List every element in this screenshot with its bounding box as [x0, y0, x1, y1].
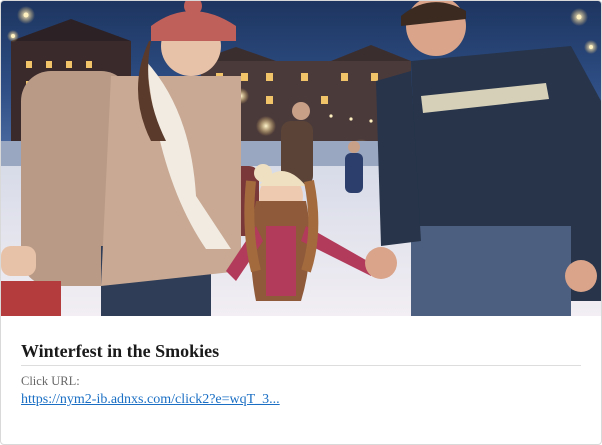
title-divider — [21, 365, 581, 366]
ad-title: Winterfest in the Smokies — [21, 341, 220, 361]
hero-image[interactable] — [1, 1, 601, 316]
ad-preview-card: Winterfest in the Smokies Click URL: htt… — [0, 0, 602, 445]
click-url-link[interactable]: https://nym2-ib.adnxs.com/click2?e=wqT_3… — [21, 391, 280, 409]
click-url-label: Click URL: — [21, 374, 80, 388]
